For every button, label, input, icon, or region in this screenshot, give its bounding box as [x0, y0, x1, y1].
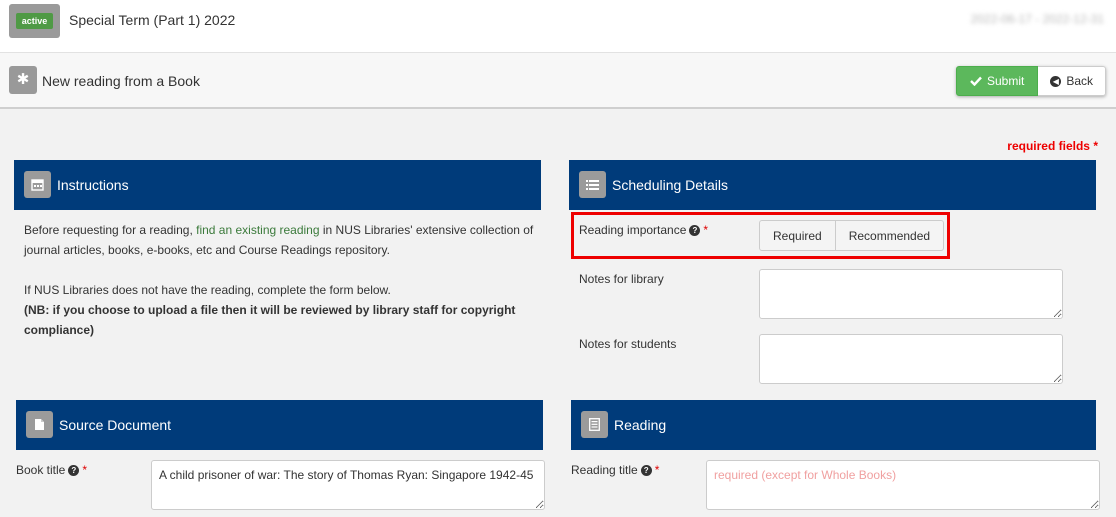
instructions-header: Instructions — [14, 160, 541, 210]
find-existing-reading-link[interactable]: find an existing reading — [196, 223, 319, 237]
document-icon — [26, 411, 53, 438]
instructions-paragraph-1: Before requesting for a reading, find an… — [24, 220, 534, 260]
question-circle-icon[interactable]: ? — [640, 465, 652, 477]
list-icon — [579, 171, 606, 198]
reading-title-text: Reading title — [571, 463, 638, 477]
term-title: Special Term (Part 1) 2022 — [69, 12, 236, 28]
asterisk-icon: ✱ — [9, 66, 37, 94]
reading-title-input[interactable] — [706, 460, 1100, 510]
top-bar: active Special Term (Part 1) 2022 2022-0… — [0, 0, 1116, 53]
question-circle-icon[interactable]: ? — [68, 465, 80, 477]
status-box: active — [9, 4, 60, 38]
source-document-header: Source Document — [16, 400, 543, 450]
instructions-title: Instructions — [57, 177, 129, 193]
required-star: * — [654, 463, 660, 477]
scheduling-title: Scheduling Details — [612, 177, 728, 193]
submit-button[interactable]: Submit — [956, 66, 1039, 96]
source-document-title: Source Document — [59, 417, 172, 433]
reading-importance-toggle: Required Recommended — [759, 220, 945, 251]
reading-header: Reading — [571, 400, 1096, 450]
notes-students-input[interactable] — [759, 334, 1063, 384]
required-star: * — [82, 463, 88, 477]
back-button[interactable]: ◀ Back — [1038, 66, 1107, 96]
scheduling-header: Scheduling Details — [569, 160, 1096, 210]
notes-library-input[interactable] — [759, 269, 1063, 319]
required-option-button[interactable]: Required — [759, 220, 836, 251]
term-dates: 2022-06-17 - 2022-12-31 — [970, 12, 1104, 26]
reading-title-label: Reading title? * — [571, 463, 659, 477]
page-title: New reading from a Book — [42, 73, 200, 89]
notes-students-label: Notes for students — [579, 337, 677, 351]
instructions-paragraph-3: (NB: if you choose to upload a file then… — [24, 303, 516, 337]
reading-title: Reading — [614, 417, 667, 433]
recommended-option-button[interactable]: Recommended — [835, 220, 945, 251]
title-bar: ✱ New reading from a Book Submit ◀ Back — [0, 53, 1116, 109]
notes-library-label: Notes for library — [579, 272, 664, 286]
action-buttons: Submit ◀ Back — [956, 66, 1107, 96]
required-fields-note: required fields * — [1007, 139, 1098, 153]
book-title-input[interactable]: A child prisoner of war: The story of Th… — [151, 460, 545, 510]
document-lines-icon — [581, 411, 608, 438]
instructions-paragraph-2: If NUS Libraries does not have the readi… — [24, 283, 391, 297]
book-title-text: Book title — [16, 463, 66, 477]
book-title-label: Book title? * — [16, 463, 87, 477]
back-label: Back — [1066, 74, 1094, 88]
calendar-icon — [24, 171, 51, 198]
check-icon — [970, 76, 982, 86]
instr-text-before: Before requesting for a reading, — [24, 223, 197, 237]
submit-label: Submit — [987, 74, 1025, 88]
status-badge: active — [16, 13, 53, 29]
arrow-left-circle-icon: ◀ — [1050, 75, 1062, 87]
